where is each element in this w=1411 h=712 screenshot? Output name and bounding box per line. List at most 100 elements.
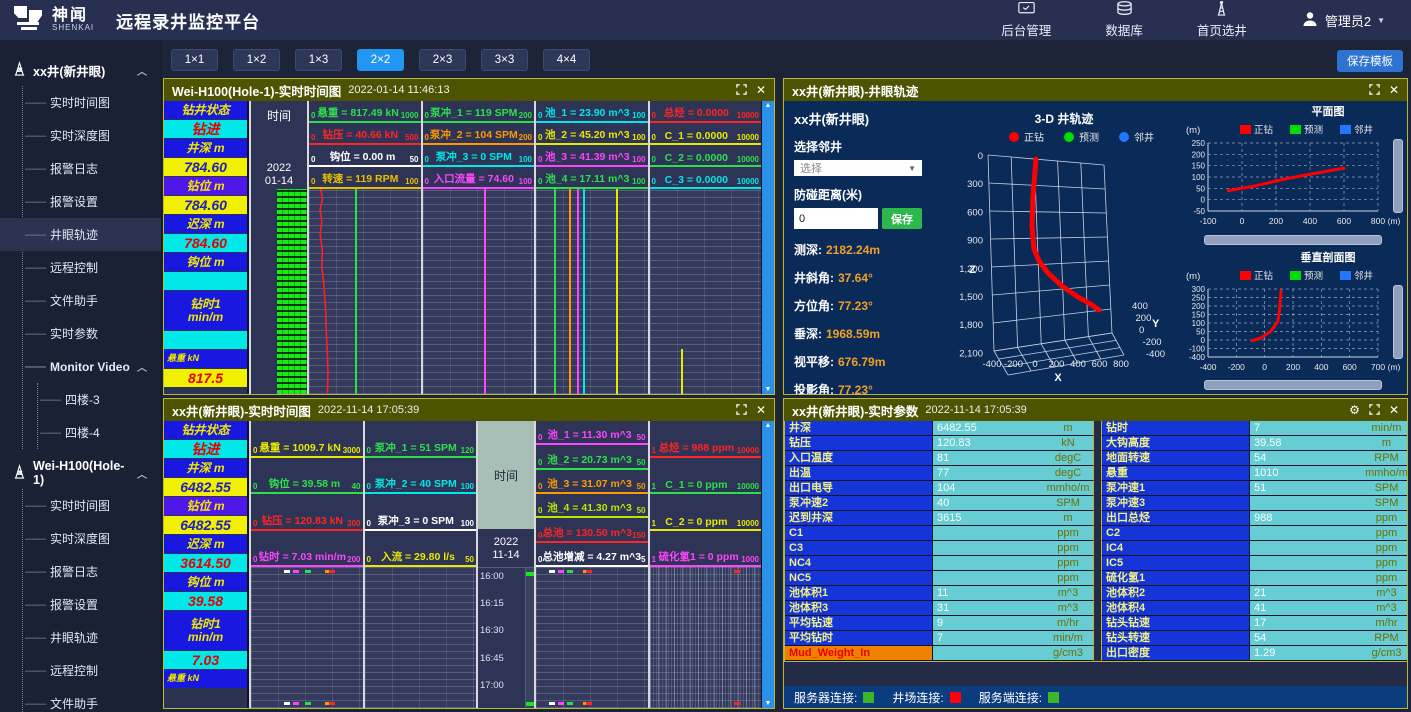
layout-button-4×4[interactable]: 4×4 <box>543 49 590 71</box>
sidebar-item-实时时间图[interactable]: ——实时时间图 <box>23 86 161 119</box>
sidebar-item-报警日志[interactable]: ——报警日志 <box>23 555 161 588</box>
svg-text:-400: -400 <box>982 359 1001 370</box>
layout-button-2×3[interactable]: 2×3 <box>419 49 466 71</box>
panel-realtime-chart-weih100: Wei-H100(Hole-1)-实时时间图2022-01-14 11:46:1… <box>163 78 775 395</box>
layout-button-1×1[interactable]: 1×1 <box>171 49 218 71</box>
distance-input[interactable] <box>794 208 878 229</box>
sidebar-item-报警日志[interactable]: ——报警日志 <box>23 152 161 185</box>
sidebar-item-井眼轨迹[interactable]: ——井眼轨迹 <box>0 218 161 251</box>
curve-label: 0入口流量 = 74.60100 <box>423 167 535 189</box>
sidebar-item-四楼-4[interactable]: ——四楼-4 <box>38 416 161 449</box>
curve-label: 0钻压 = 40.66 kN500 <box>309 123 421 145</box>
sidebar-item-远程控制[interactable]: ——远程控制 <box>23 654 161 687</box>
expand-icon[interactable] <box>1369 404 1380 417</box>
param-unit: SPM <box>1043 496 1093 511</box>
close-icon[interactable]: ✕ <box>1389 84 1399 96</box>
collapse-icon[interactable]: ︿ <box>137 359 147 374</box>
svg-text:垂直剖面图: 垂直剖面图 <box>1301 250 1356 264</box>
save-button[interactable]: 保存 <box>882 208 922 229</box>
column-gap <box>1093 541 1102 556</box>
sidebar-item-label: 井眼轨迹 <box>50 226 98 243</box>
expand-icon[interactable] <box>736 84 747 97</box>
save-template-button[interactable]: 保存模板 <box>1337 50 1403 72</box>
chevron-down-icon: ▼ <box>1377 16 1385 25</box>
sidebar-item-实时深度图[interactable]: ——实时深度图 <box>23 119 161 152</box>
nav-item-backend[interactable]: 后台管理 <box>1001 1 1051 39</box>
sidebar-item-报警设置[interactable]: ——报警设置 <box>23 185 161 218</box>
mini-vscrollbar[interactable] <box>1393 139 1403 213</box>
sensor-cell: 39.58 <box>164 592 247 611</box>
connection-status-bar: 服务器连接:井场连接:服务端连接: <box>784 686 1407 708</box>
panel-realtime-chart-xxwell: xx井(新井眼)-实时时间图2022-11-14 17:05:39✕钻井状态钻进… <box>163 398 775 709</box>
user-avatar-icon <box>1301 10 1319 31</box>
layout-button-3×3[interactable]: 3×3 <box>481 49 528 71</box>
panel-well-trajectory: xx井(新井眼)-井眼轨迹✕xx井(新井眼)选择邻井选择▼防碰距离(米)保存测深… <box>783 78 1408 395</box>
scroll-up-icon[interactable]: ▲ <box>765 422 772 429</box>
sidebar-item-四楼-3[interactable]: ——四楼-3 <box>38 383 161 416</box>
svg-text:700: 700 <box>1371 362 1385 372</box>
param-label: 大钩高度 <box>1102 436 1250 451</box>
sidebar-item-远程控制[interactable]: ——远程控制 <box>23 251 161 284</box>
column-gap <box>1093 466 1102 481</box>
svg-text:-400: -400 <box>1189 353 1206 362</box>
svg-text:200: 200 <box>1049 359 1065 370</box>
svg-text:正钻: 正钻 <box>1254 124 1274 136</box>
collapse-icon[interactable]: ︿ <box>137 466 147 481</box>
sidebar-item-monitor-video[interactable]: ——Monitor Video︿ <box>23 350 161 383</box>
mini-hscrollbar[interactable] <box>1204 235 1382 245</box>
user-menu[interactable]: 管理员2▼ <box>1301 10 1385 31</box>
sidebar-item-文件助手[interactable]: ——文件助手 <box>23 284 161 317</box>
sidebar-well-0[interactable]: xx井(新井眼)︿ <box>0 54 161 86</box>
mini-vscrollbar[interactable] <box>1393 285 1403 359</box>
sidebar-item-井眼轨迹[interactable]: ——井眼轨迹 <box>23 621 161 654</box>
svg-text:200: 200 <box>1136 313 1152 324</box>
sidebar-item-报警设置[interactable]: ——报警设置 <box>23 588 161 621</box>
svg-text:0: 0 <box>1139 325 1144 336</box>
sensor-cell: 钻时1 min/m <box>164 611 247 651</box>
expand-icon[interactable] <box>736 404 747 417</box>
curve-label: 0悬重 = 817.49 kN1000 <box>309 101 421 123</box>
nav-item-well-select[interactable]: 首页选井 <box>1197 1 1247 39</box>
expand-icon[interactable] <box>1369 84 1380 97</box>
chevron-down-icon: ▼ <box>908 164 916 173</box>
sidebar-well-1[interactable]: Wei-H100(Hole-1)︿ <box>0 457 161 489</box>
scroll-up-icon[interactable]: ▲ <box>765 102 772 109</box>
curve-label: 0转速 = 119 RPM100 <box>309 167 421 189</box>
mini-hscrollbar[interactable] <box>1204 380 1382 390</box>
sidebar-item-实时参数[interactable]: ——实时参数 <box>23 317 161 350</box>
nav-item-database[interactable]: 数据库 <box>1105 1 1143 39</box>
sensor-cell: 6482.55 <box>164 478 247 497</box>
close-icon[interactable]: ✕ <box>756 404 766 416</box>
params-body: 井深6482.55m钻时7min/m钻压120.83kN大钩高度39.58m入口… <box>784 421 1407 708</box>
sidebar-item-label: 实时时间图 <box>50 94 110 111</box>
close-icon[interactable]: ✕ <box>756 84 766 96</box>
param-unit: SPM <box>1360 481 1408 496</box>
scroll-down-icon[interactable]: ▼ <box>765 700 772 707</box>
derrick-icon <box>12 464 27 482</box>
layout-button-2×2[interactable]: 2×2 <box>357 49 404 71</box>
sidebar-item-文件助手[interactable]: ——文件助手 <box>23 687 161 712</box>
time-header: 时间 <box>267 107 291 124</box>
gear-icon[interactable]: ⚙ <box>1349 404 1360 416</box>
svg-text:1,800: 1,800 <box>959 320 983 331</box>
collapse-icon[interactable]: ︿ <box>137 63 147 78</box>
neighbor-select[interactable]: 选择▼ <box>794 160 922 176</box>
svg-text:2,100: 2,100 <box>959 348 983 359</box>
curve-label: 0池_3 = 41.39 m^3100 <box>536 145 648 167</box>
svg-text:X: X <box>1054 372 1062 384</box>
panel-title: xx井(新井眼)-实时时间图 <box>172 401 311 420</box>
panel-scrollbar[interactable]: ▲▼ <box>761 101 774 394</box>
curve-label: 0悬重 = 1009.7 kN3000 <box>251 421 363 458</box>
column-gap <box>1093 616 1102 631</box>
sidebar-item-实时时间图[interactable]: ——实时时间图 <box>23 489 161 522</box>
panel-scrollbar[interactable]: ▲▼ <box>761 421 774 708</box>
svg-text:邻井: 邻井 <box>1354 270 1373 282</box>
layout-button-1×2[interactable]: 1×2 <box>233 49 280 71</box>
sensor-cell: 钻进 <box>164 440 247 459</box>
layout-button-1×3[interactable]: 1×3 <box>295 49 342 71</box>
param-label: 泵冲速2 <box>785 496 933 511</box>
scroll-down-icon[interactable]: ▼ <box>765 386 772 393</box>
close-icon[interactable]: ✕ <box>1389 404 1399 416</box>
plot-3d: 3-D 井轨迹正钻预测邻井03006009001,2001,5001,8002,… <box>936 101 1178 394</box>
sidebar-item-实时深度图[interactable]: ——实时深度图 <box>23 522 161 555</box>
